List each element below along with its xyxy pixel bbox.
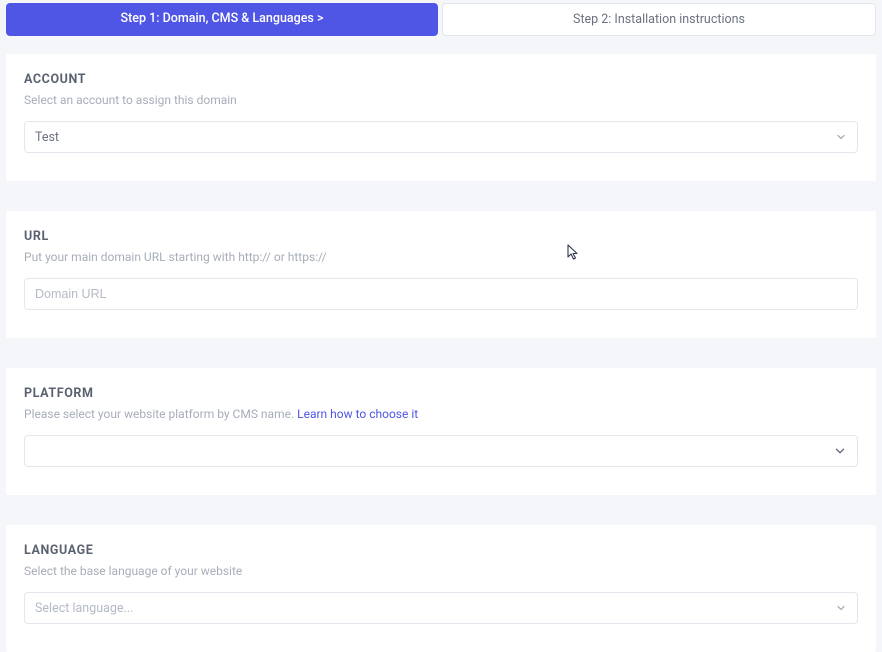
url-desc: Put your main domain URL starting with h… — [24, 250, 858, 264]
language-select-value: Select language... — [35, 601, 133, 616]
tab-step-1-label: Step 1: Domain, CMS & Languages > — [121, 11, 324, 26]
url-section: URL Put your main domain URL starting wi… — [6, 211, 876, 338]
account-desc: Select an account to assign this domain — [24, 93, 858, 107]
url-title: URL — [24, 229, 858, 244]
language-desc: Select the base language of your website — [24, 564, 858, 578]
platform-learn-link[interactable]: Learn how to choose it — [297, 407, 418, 421]
chevron-down-icon — [833, 444, 847, 458]
platform-desc-text: Please select your website platform by C… — [24, 407, 297, 421]
tab-step-2-label: Step 2: Installation instructions — [573, 12, 745, 27]
chevron-down-icon — [835, 602, 847, 614]
tab-step-2[interactable]: Step 2: Installation instructions — [442, 3, 876, 36]
url-input[interactable] — [35, 287, 847, 301]
step-tabs: Step 1: Domain, CMS & Languages > Step 2… — [6, 0, 876, 36]
platform-desc: Please select your website platform by C… — [24, 407, 858, 421]
platform-title: PLATFORM — [24, 386, 858, 401]
account-title: ACCOUNT — [24, 72, 858, 87]
chevron-down-icon — [835, 131, 847, 143]
account-select-value: Test — [35, 130, 59, 145]
language-title: LANGUAGE — [24, 543, 858, 558]
platform-select[interactable] — [24, 435, 858, 467]
language-section: LANGUAGE Select the base language of you… — [6, 525, 876, 652]
platform-section: PLATFORM Please select your website plat… — [6, 368, 876, 495]
account-section: ACCOUNT Select an account to assign this… — [6, 54, 876, 181]
account-select[interactable]: Test — [24, 121, 858, 153]
url-input-wrap — [24, 278, 858, 310]
tab-step-1[interactable]: Step 1: Domain, CMS & Languages > — [6, 3, 438, 36]
language-select[interactable]: Select language... — [24, 592, 858, 624]
